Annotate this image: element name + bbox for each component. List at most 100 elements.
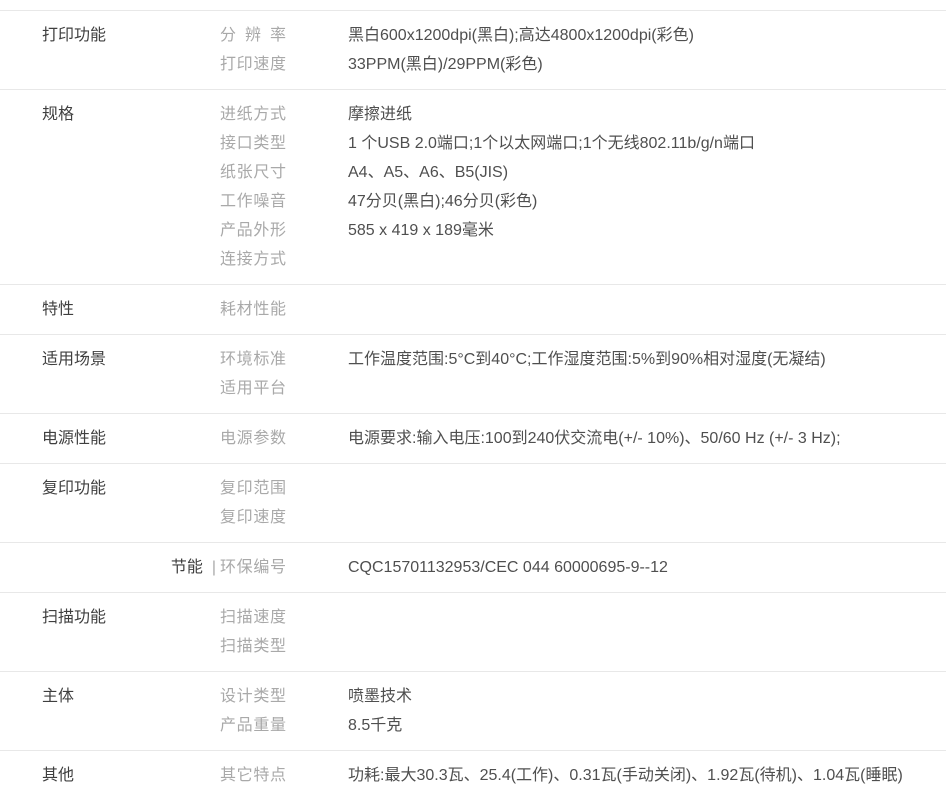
spec-row: 复印速度 — [220, 503, 946, 532]
spec-section: 其他 其它特点 功耗:最大30.3瓦、25.4(工作)、0.31瓦(手动关闭)、… — [0, 751, 946, 793]
spec-row: 设计类型 喷墨技术 — [220, 682, 946, 711]
spec-row: 连接方式 — [220, 245, 946, 274]
spec-section: 打印功能 分辨率 黑白600x1200dpi(黑白);高达4800x1200dp… — [0, 11, 946, 90]
attr-label: 打印速度 — [220, 50, 286, 79]
rows-cell: 环保编号 CQC15701132953/CEC 044 60000695-9--… — [220, 553, 946, 582]
spec-row: 扫描类型 — [220, 632, 946, 661]
category-cell: 打印功能 — [42, 21, 220, 50]
category-label: 复印功能 — [42, 474, 106, 503]
category-label: 特性 — [42, 295, 74, 324]
attr-label: 连接方式 — [220, 245, 286, 274]
spec-section: 规格 进纸方式 摩擦进纸 接口类型 1 个USB 2.0端口;1个以太网端口;1… — [0, 90, 946, 285]
rows-cell: 设计类型 喷墨技术 产品重量 8.5千克 — [220, 682, 946, 740]
attr-label: 其它特点 — [220, 761, 286, 790]
category-label: 扫描功能 — [42, 603, 106, 632]
rows-cell: 其它特点 功耗:最大30.3瓦、25.4(工作)、0.31瓦(手动关闭)、1.9… — [220, 761, 946, 790]
attr-value: 47分贝(黑白);46分贝(彩色) — [348, 187, 946, 216]
attr-value: 黑白600x1200dpi(黑白);高达4800x1200dpi(彩色) — [348, 21, 946, 50]
attr-label: 适用平台 — [220, 374, 286, 403]
attr-label: 复印范围 — [220, 474, 286, 503]
attr-label: 环保编号 — [220, 553, 286, 582]
attr-value: 1 个USB 2.0端口;1个以太网端口;1个无线802.11b/g/n端口 — [348, 129, 946, 158]
attr-label: 进纸方式 — [220, 100, 286, 129]
spec-row: 环境标准 工作温度范围:5°C到40°C;工作湿度范围:5%到90%相对湿度(无… — [220, 345, 946, 374]
spec-row: 环保编号 CQC15701132953/CEC 044 60000695-9--… — [220, 553, 946, 582]
spec-row: 耗材性能 — [220, 295, 946, 324]
category-label: 规格 — [42, 100, 74, 129]
spec-table: 打印功能 分辨率 黑白600x1200dpi(黑白);高达4800x1200dp… — [0, 10, 946, 793]
category-cell: 节能 | — [42, 553, 220, 582]
category-cell: 电源性能 — [42, 424, 220, 453]
rows-cell: 扫描速度 扫描类型 — [220, 603, 946, 661]
category-separator: | — [203, 553, 220, 582]
attr-label: 复印速度 — [220, 503, 286, 532]
attr-label: 扫描类型 — [220, 632, 286, 661]
spec-section: 节能 | 环保编号 CQC15701132953/CEC 044 6000069… — [0, 543, 946, 593]
attr-label: 产品重量 — [220, 711, 286, 740]
attr-label: 环境标准 — [220, 345, 286, 374]
attr-value: 工作温度范围:5°C到40°C;工作湿度范围:5%到90%相对湿度(无凝结) — [348, 345, 946, 374]
category-cell: 复印功能 — [42, 474, 220, 503]
attr-label: 电源参数 — [220, 424, 286, 453]
attr-value — [348, 503, 946, 532]
attr-label: 产品外形 — [220, 216, 286, 245]
spec-row: 分辨率 黑白600x1200dpi(黑白);高达4800x1200dpi(彩色) — [220, 21, 946, 50]
attr-value: 电源要求:输入电压:100到240伏交流电(+/- 10%)、50/60 Hz … — [348, 424, 946, 453]
spec-row: 复印范围 — [220, 474, 946, 503]
attr-label: 扫描速度 — [220, 603, 286, 632]
rows-cell: 进纸方式 摩擦进纸 接口类型 1 个USB 2.0端口;1个以太网端口;1个无线… — [220, 100, 946, 274]
attr-value — [348, 295, 946, 324]
attr-value: 33PPM(黑白)/29PPM(彩色) — [348, 50, 946, 79]
category-label: 其他 — [42, 761, 74, 790]
attr-value: 585 x 419 x 189毫米 — [348, 216, 946, 245]
rows-cell: 环境标准 工作温度范围:5°C到40°C;工作湿度范围:5%到90%相对湿度(无… — [220, 345, 946, 403]
spec-row: 打印速度 33PPM(黑白)/29PPM(彩色) — [220, 50, 946, 79]
spec-section: 扫描功能 扫描速度 扫描类型 — [0, 593, 946, 672]
attr-value — [348, 474, 946, 503]
category-label: 电源性能 — [42, 424, 106, 453]
spec-section: 复印功能 复印范围 复印速度 — [0, 464, 946, 543]
attr-label: 耗材性能 — [220, 295, 286, 324]
attr-value — [348, 374, 946, 403]
spec-row: 扫描速度 — [220, 603, 946, 632]
spec-row: 接口类型 1 个USB 2.0端口;1个以太网端口;1个无线802.11b/g/… — [220, 129, 946, 158]
attr-value — [348, 632, 946, 661]
rows-cell: 电源参数 电源要求:输入电压:100到240伏交流电(+/- 10%)、50/6… — [220, 424, 946, 453]
attr-value: A4、A5、A6、B5(JIS) — [348, 158, 946, 187]
rows-cell: 分辨率 黑白600x1200dpi(黑白);高达4800x1200dpi(彩色)… — [220, 21, 946, 79]
attr-value — [348, 245, 946, 274]
category-cell: 适用场景 — [42, 345, 220, 374]
spec-section: 主体 设计类型 喷墨技术 产品重量 8.5千克 — [0, 672, 946, 751]
attr-label: 工作噪音 — [220, 187, 286, 216]
spec-section: 电源性能 电源参数 电源要求:输入电压:100到240伏交流电(+/- 10%)… — [0, 414, 946, 464]
category-cell: 其他 — [42, 761, 220, 790]
attr-value — [348, 603, 946, 632]
category-label: 适用场景 — [42, 345, 106, 374]
attr-value: 喷墨技术 — [348, 682, 946, 711]
rows-cell: 耗材性能 — [220, 295, 946, 324]
spec-row: 电源参数 电源要求:输入电压:100到240伏交流电(+/- 10%)、50/6… — [220, 424, 946, 453]
spec-section: 特性 耗材性能 — [0, 285, 946, 335]
category-cell: 规格 — [42, 100, 220, 129]
attr-value: CQC15701132953/CEC 044 60000695-9--12 — [348, 553, 946, 582]
attr-value: 功耗:最大30.3瓦、25.4(工作)、0.31瓦(手动关闭)、1.92瓦(待机… — [348, 761, 946, 790]
spec-row: 其它特点 功耗:最大30.3瓦、25.4(工作)、0.31瓦(手动关闭)、1.9… — [220, 761, 946, 790]
spec-section: 适用场景 环境标准 工作温度范围:5°C到40°C;工作湿度范围:5%到90%相… — [0, 335, 946, 414]
spec-row: 适用平台 — [220, 374, 946, 403]
spec-row: 纸张尺寸 A4、A5、A6、B5(JIS) — [220, 158, 946, 187]
category-cell: 扫描功能 — [42, 603, 220, 632]
category-label: 节能 — [171, 553, 203, 582]
attr-label: 接口类型 — [220, 129, 286, 158]
rows-cell: 复印范围 复印速度 — [220, 474, 946, 532]
spec-row: 产品重量 8.5千克 — [220, 711, 946, 740]
spec-row: 产品外形 585 x 419 x 189毫米 — [220, 216, 946, 245]
spec-row: 工作噪音 47分贝(黑白);46分贝(彩色) — [220, 187, 946, 216]
spec-row: 进纸方式 摩擦进纸 — [220, 100, 946, 129]
attr-label: 分辨率 — [220, 21, 286, 50]
category-cell: 主体 — [42, 682, 220, 711]
attr-value: 摩擦进纸 — [348, 100, 946, 129]
category-cell: 特性 — [42, 295, 220, 324]
attr-label: 设计类型 — [220, 682, 286, 711]
category-label: 打印功能 — [42, 21, 106, 50]
category-label: 主体 — [42, 682, 74, 711]
